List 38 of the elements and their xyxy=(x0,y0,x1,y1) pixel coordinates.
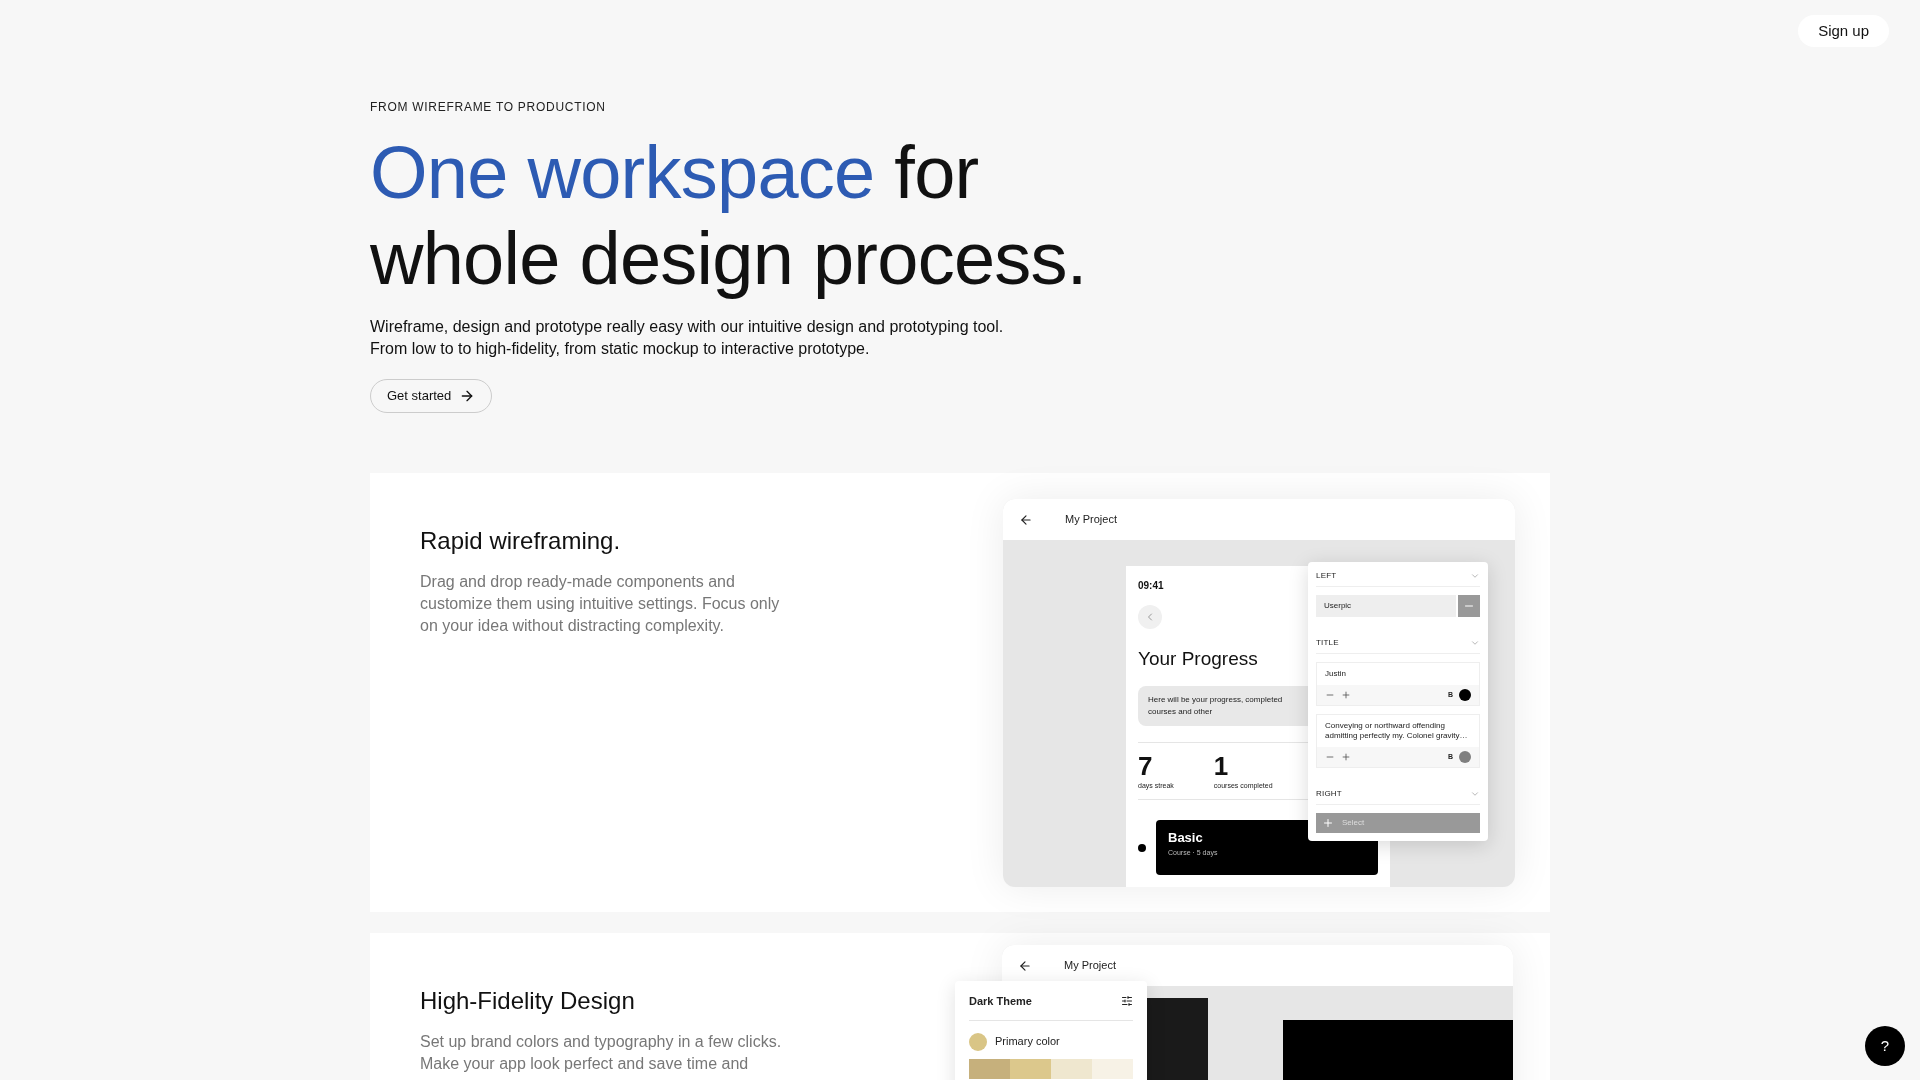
screen-heading: Your Progress xyxy=(1138,647,1258,671)
hero-description: Wireframe, design and prototype really easy with our intuitive design and prototyping tool. From low to to high-fidelity, from static mockup to interactive prototype. xyxy=(370,317,1005,359)
back-button[interactable] xyxy=(1138,605,1162,629)
remove-button[interactable] xyxy=(1458,595,1480,617)
stat-value: 1 xyxy=(1213,750,1230,781)
userpic-field[interactable]: Userpic xyxy=(1316,595,1456,617)
color-swatch[interactable] xyxy=(969,1032,987,1051)
section-label: TITLE xyxy=(1316,637,1339,649)
section-label: LEFT xyxy=(1316,570,1337,582)
color-label: Primary color xyxy=(995,1034,1060,1050)
chevron-down-icon[interactable] xyxy=(1470,571,1480,581)
plus-icon xyxy=(1322,817,1334,829)
sign-up-button[interactable]: Sign up xyxy=(1798,15,1889,47)
palette-shade[interactable] xyxy=(1010,1058,1051,1079)
feature-title: High-Fidelity Design xyxy=(420,986,636,1016)
window-title: My Project xyxy=(1064,958,1116,974)
feature-description: Set up brand colors and typography in a few clicks. Make your app look perfect and save time and xyxy=(420,1032,783,1074)
course-title: Basic xyxy=(1168,829,1204,847)
feature-description: Drag and drop ready-made components and customize them using intuitive settings. Focus only on your idea without distracting complexity. xyxy=(420,572,781,636)
eyebrow-text: FROM WIREFRAME TO PRODUCTION xyxy=(370,99,607,116)
section-label: RIGHT xyxy=(1316,788,1342,800)
feature-title: Rapid wireframing. xyxy=(420,526,622,556)
text-input[interactable]: Conveying or northward offending admitting perfectly my. Colonel gravity… xyxy=(1317,715,1479,747)
hero-headline: One workspace for whole design process. xyxy=(370,130,1088,302)
window-title: My Project xyxy=(1065,512,1117,528)
settings-icon[interactable] xyxy=(1121,995,1133,1008)
panel-title: Dark Theme xyxy=(969,994,1032,1009)
help-button[interactable]: ? xyxy=(1865,1026,1905,1066)
palette-shade[interactable] xyxy=(969,1058,1010,1079)
increase-icon[interactable] xyxy=(1341,752,1351,762)
text-input[interactable]: Justin xyxy=(1317,663,1479,685)
increase-icon[interactable] xyxy=(1341,690,1351,700)
stat-value: 7 xyxy=(1138,750,1154,781)
status-time: 09:41 xyxy=(1138,579,1165,593)
palette-shade[interactable] xyxy=(1092,1058,1133,1079)
chevron-down-icon[interactable] xyxy=(1470,638,1480,648)
palette-shade[interactable] xyxy=(1051,1058,1092,1079)
chevron-down-icon[interactable] xyxy=(1470,789,1480,799)
